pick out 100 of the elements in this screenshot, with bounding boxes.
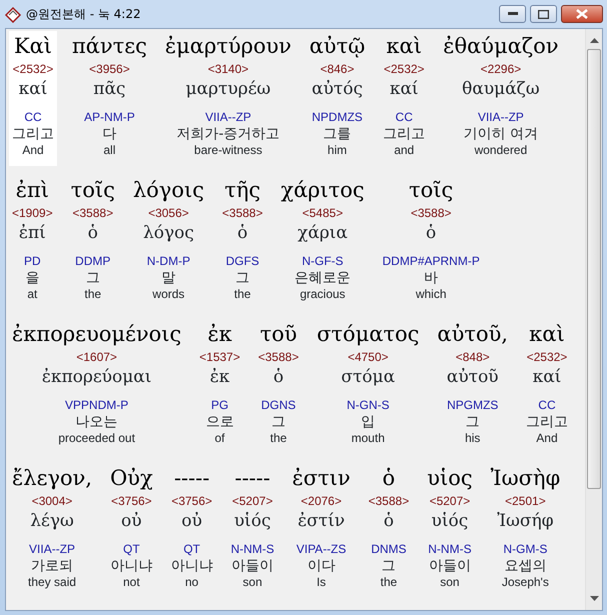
word-column[interactable]: ἐκ <1537> ἐκ PG 으로 of <box>196 319 244 454</box>
word-column[interactable]: ὁ <3588> ὁ DNMS 그 the <box>365 463 412 598</box>
word-column[interactable]: αὐτῷ <846> αὐτός NPDMZS 그를 him <box>306 31 368 166</box>
lemma-word: αὐτοῦ <box>446 366 499 389</box>
word-column[interactable]: ----- <5207> υἱός N-NM-S 아들이 son <box>228 463 278 598</box>
greek-word: καὶ <box>386 33 422 60</box>
strong-number: <846> <box>320 61 354 77</box>
english-gloss: son <box>242 575 262 590</box>
word-column[interactable]: χάριτος <5485> χάρια N-GF-S 은혜로운 gracious <box>278 175 368 310</box>
close-icon <box>576 9 588 19</box>
greek-word: Οὐχ <box>110 465 153 492</box>
greek-word: χάριτος <box>280 177 364 204</box>
english-gloss: the <box>270 431 287 446</box>
maximize-button[interactable] <box>530 5 557 23</box>
greek-word: λόγοις <box>132 177 204 204</box>
parsing-code: VIIA--ZP <box>29 541 76 557</box>
korean-gloss: 다 <box>102 125 116 143</box>
lemma-word: ὁ <box>88 222 98 245</box>
word-column[interactable]: καὶ <2532> καί CC 그리고 And <box>522 319 571 454</box>
strong-number: <3756> <box>171 493 212 509</box>
greek-word: καὶ <box>529 321 565 348</box>
strong-number: <1537> <box>199 349 240 365</box>
korean-gloss: 이다 <box>307 557 336 575</box>
strong-number: <3756> <box>111 493 152 509</box>
word-column[interactable]: καὶ <2532> καί CC 그리고 and <box>380 31 428 166</box>
strong-number: <3588> <box>368 493 410 509</box>
scroll-up-icon[interactable] <box>590 37 598 43</box>
lemma-word: αὐτός <box>312 78 363 101</box>
strong-number: <3588> <box>410 205 452 221</box>
word-column[interactable]: τοῦ <3588> ὁ DGNS 그 the <box>255 319 302 454</box>
greek-word: ὁ <box>382 465 396 492</box>
lemma-word: μαρτυρέω <box>186 78 271 101</box>
korean-gloss: 아들이 <box>428 557 471 575</box>
word-column[interactable]: ἐστιν <2076> ἐστίν VIPA--ZS 이다 Is <box>289 463 354 598</box>
greek-word: ἔλεγον, <box>12 465 92 492</box>
korean-gloss: 아니냐 <box>170 557 213 575</box>
word-column[interactable]: πάντες <3956> πᾶς AP-NM-P 다 all <box>69 31 150 166</box>
word-column[interactable]: λόγοις <3056> λόγος N-DM-P 말 words <box>130 175 208 310</box>
lemma-word: πᾶς <box>93 78 126 101</box>
english-gloss: son <box>440 575 460 590</box>
english-gloss: him <box>328 143 347 158</box>
strong-number: <3956> <box>89 61 130 77</box>
strong-number: <5207> <box>232 493 273 509</box>
lemma-word: ἐκπορεύομαι <box>42 366 152 389</box>
greek-word: ἐθαύμαζον <box>443 33 559 60</box>
lemma-word: Ἰωσήφ <box>497 510 554 533</box>
parsing-code: AP-NM-P <box>84 109 135 125</box>
strong-number: <5485> <box>302 205 343 221</box>
word-column[interactable]: τοῖς <3588> ὁ DDMP 그 the <box>68 175 118 310</box>
english-gloss: at <box>27 287 38 302</box>
word-column[interactable]: ἐκπορευομένοις <1607> ἐκπορεύομαι VPPNDM-P 나오는 proceeded out <box>9 319 184 454</box>
word-column[interactable]: ἐπὶ <1909> ἐπί PD 을 at <box>9 175 56 310</box>
strong-number: <2076> <box>300 493 342 509</box>
parsing-code: N-DM-P <box>146 253 190 269</box>
english-gloss: not <box>123 575 140 590</box>
word-column[interactable]: τοῖς <3588> ὁ DDMP#APRNM-P 바 which <box>379 175 483 310</box>
greek-word: ----- <box>234 465 270 492</box>
selected-word-column[interactable]: Καὶ <2532> καί CC 그리고 And <box>9 31 57 166</box>
word-column[interactable]: ἔλεγον, <3004> λέγω VIIA--ZP 가로되 they said <box>9 463 96 598</box>
word-column[interactable]: αὐτοῦ, <848> αὐτοῦ NPGMZS 그 his <box>434 319 511 454</box>
word-column[interactable]: υἱος <5207> υἱός N-NM-S 아들이 son <box>424 463 476 598</box>
lemma-word: ἐπί <box>18 222 46 245</box>
english-gloss: they said <box>28 575 76 590</box>
scroll-down-icon[interactable] <box>590 596 598 602</box>
strong-number: <2532> <box>384 61 424 77</box>
greek-word: τοῖς <box>408 177 454 204</box>
english-gloss: the <box>234 287 251 302</box>
close-button[interactable] <box>561 5 603 23</box>
lemma-word: ὁ <box>426 222 436 245</box>
word-column[interactable]: ἐθαύμαζον <2296> θαυμάζω VIIA--ZP 기이히 여겨 wondered <box>440 31 562 166</box>
english-gloss: which <box>416 287 446 302</box>
parsing-code: QT <box>183 541 200 557</box>
greek-word: Ἰωσὴφ <box>490 465 560 492</box>
korean-gloss: 그 <box>382 557 396 575</box>
parsing-code: N-GN-S <box>346 397 390 413</box>
lemma-word: ἐκ <box>210 366 230 389</box>
word-column[interactable]: Ἰωσὴφ <2501> Ἰωσήφ N-GM-S 요셉의 Joseph's <box>488 463 564 598</box>
word-column[interactable]: ἐμαρτύρουν <3140> μαρτυρέω VIIA--ZP 저희가-증거하고 bare-witness <box>162 31 294 166</box>
lemma-word: θαυμάζω <box>462 78 540 101</box>
english-gloss: mouth <box>351 431 385 446</box>
greek-word: υἱος <box>427 465 472 492</box>
korean-gloss: 말 <box>162 269 176 287</box>
parsing-code: CC <box>395 109 413 125</box>
greek-word: στόματος <box>316 321 420 348</box>
english-gloss: bare-witness <box>194 143 262 158</box>
word-column[interactable]: Οὐχ <3756> οὐ QT 아니냐 not <box>107 463 156 598</box>
lemma-word: στόμα <box>341 366 395 389</box>
strong-number: <3056> <box>148 205 189 221</box>
minimize-button[interactable] <box>499 5 526 23</box>
word-column[interactable]: στόματος <4750> στόμα N-GN-S 입 mouth <box>314 319 422 454</box>
greek-word: πάντες <box>72 33 148 60</box>
vertical-scrollbar[interactable] <box>585 29 602 610</box>
parsing-code: CC <box>538 397 556 413</box>
greek-word: ἐκπορευομένοις <box>12 321 182 348</box>
korean-gloss: 그리고 <box>526 413 568 431</box>
korean-gloss: 그를 <box>323 125 352 143</box>
word-column[interactable]: ----- <3756> οὐ QT 아니냐 no <box>168 463 216 598</box>
word-column[interactable]: τῆς <3588> ὁ DGFS 그 the <box>219 175 266 310</box>
parsing-code: N-GF-S <box>302 253 344 269</box>
scrollbar-thumb[interactable] <box>587 49 601 489</box>
